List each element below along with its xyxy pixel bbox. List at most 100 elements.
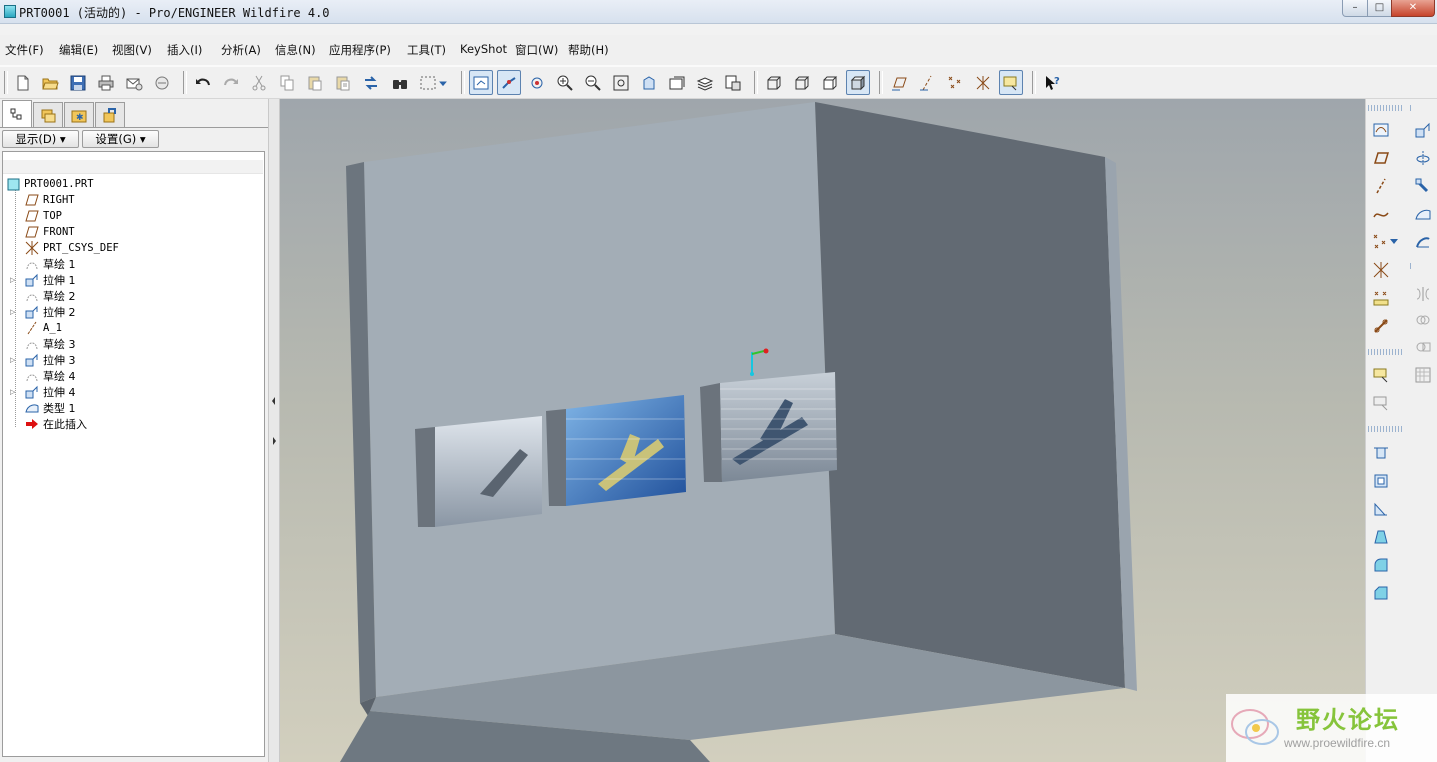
find-icon[interactable]: [388, 70, 412, 95]
shading-icon[interactable]: [846, 70, 870, 95]
minimize-button[interactable]: –: [1342, 0, 1368, 17]
new-file-icon[interactable]: [11, 70, 35, 95]
datum-planes-toggle-icon[interactable]: [887, 70, 911, 95]
analysis-feature-icon[interactable]: [1370, 287, 1392, 309]
tab-model-tree[interactable]: [2, 100, 32, 128]
expand-arrow-icon[interactable]: ▷: [10, 356, 16, 364]
orient-mode-icon[interactable]: [525, 70, 549, 95]
tree-item-sketch-1[interactable]: 草绘 1: [25, 256, 76, 272]
tree-item-right[interactable]: RIGHT: [25, 192, 75, 208]
send-link-icon[interactable]: [150, 70, 174, 95]
view-manager-icon[interactable]: [721, 70, 745, 95]
extrude-tool-icon[interactable]: [1412, 119, 1434, 141]
saved-views-icon[interactable]: [665, 70, 689, 95]
menu-tools[interactable]: 工具(T): [407, 42, 446, 58]
hidden-line-icon[interactable]: [790, 70, 814, 95]
refit-icon[interactable]: [609, 70, 633, 95]
save-icon[interactable]: [66, 70, 90, 95]
close-button[interactable]: ✕: [1391, 0, 1435, 17]
revolve-tool-icon[interactable]: [1412, 147, 1434, 169]
mirror-tool-icon[interactable]: [1412, 283, 1434, 305]
tab-favorites[interactable]: ✱: [64, 102, 94, 128]
annotation-feature-2-icon[interactable]: [1370, 392, 1392, 414]
tree-item-extrude-3[interactable]: ▷ 拉伸 3: [10, 352, 76, 368]
zoom-in-icon[interactable]: [553, 70, 577, 95]
menu-file[interactable]: 文件(F): [5, 42, 44, 58]
sweep-tool-icon[interactable]: [1412, 175, 1434, 197]
redo-icon[interactable]: [219, 70, 243, 95]
tab-folder-browser[interactable]: [33, 102, 63, 128]
print-icon[interactable]: [94, 70, 118, 95]
panel-splitter[interactable]: [268, 99, 280, 762]
datum-axes-toggle-icon[interactable]: [915, 70, 939, 95]
open-folder-icon[interactable]: [38, 70, 62, 95]
datum-point-dropdown-icon[interactable]: [1388, 235, 1400, 247]
chamfer-tool-icon[interactable]: [1370, 582, 1392, 604]
pattern-tool-icon[interactable]: [1412, 364, 1434, 386]
layers-icon[interactable]: [693, 70, 717, 95]
wireframe-icon[interactable]: [762, 70, 786, 95]
menu-view[interactable]: 视图(V): [112, 42, 152, 58]
annotation-feature-icon[interactable]: [1370, 364, 1392, 386]
cut-icon[interactable]: [247, 70, 271, 95]
tree-item-surface[interactable]: 类型 1: [25, 400, 76, 416]
no-hidden-icon[interactable]: [818, 70, 842, 95]
expand-arrow-icon[interactable]: ▷: [10, 308, 16, 316]
csys-toggle-icon[interactable]: [971, 70, 995, 95]
tree-item-sketch-4[interactable]: 草绘 4: [25, 368, 76, 384]
tab-connections[interactable]: [95, 102, 125, 128]
annotation-toggle-icon[interactable]: [999, 70, 1023, 95]
hole-tool-icon[interactable]: [1370, 442, 1392, 464]
menu-help[interactable]: 帮助(H): [568, 42, 609, 58]
reference-tool-icon[interactable]: [1370, 315, 1392, 337]
menu-window[interactable]: 窗口(W): [515, 42, 558, 58]
shell-tool-icon[interactable]: [1370, 470, 1392, 492]
paste-icon[interactable]: [303, 70, 327, 95]
datum-curve-tool-icon[interactable]: [1370, 203, 1392, 225]
tree-item-axis[interactable]: A_1: [25, 320, 62, 336]
swept-blend-tool-icon[interactable]: [1412, 231, 1434, 253]
merge-tool-icon[interactable]: [1412, 309, 1434, 331]
menu-analysis[interactable]: 分析(A): [221, 42, 261, 58]
tree-item-extrude-4[interactable]: ▷ 拉伸 4: [10, 384, 76, 400]
tree-item-sketch-2[interactable]: 草绘 2: [25, 288, 76, 304]
boundary-blend-tool-icon[interactable]: [1412, 203, 1434, 225]
tree-item-root[interactable]: PRT0001.PRT: [7, 176, 94, 192]
sketch-tool-icon[interactable]: [1370, 119, 1392, 141]
graphics-viewport[interactable]: [280, 99, 1365, 762]
copy-icon[interactable]: [275, 70, 299, 95]
regenerate-icon[interactable]: [359, 70, 383, 95]
maximize-button[interactable]: □: [1367, 0, 1392, 17]
menu-insert[interactable]: 插入(I): [167, 42, 202, 58]
tree-item-top[interactable]: TOP: [25, 208, 62, 224]
menu-edit[interactable]: 编辑(E): [59, 42, 98, 58]
expand-arrow-icon[interactable]: ▷: [10, 276, 16, 284]
collapse-arrows-icon[interactable]: [269, 389, 279, 469]
reorient-icon[interactable]: [637, 70, 661, 95]
menu-applications[interactable]: 应用程序(P): [329, 42, 391, 58]
draft-tool-icon[interactable]: [1370, 526, 1392, 548]
selection-dropdown-icon[interactable]: [436, 70, 450, 95]
zoom-out-icon[interactable]: [581, 70, 605, 95]
send-mail-icon[interactable]: [122, 70, 146, 95]
rib-tool-icon[interactable]: [1370, 498, 1392, 520]
paste-special-icon[interactable]: [331, 70, 355, 95]
datum-plane-tool-icon[interactable]: [1370, 147, 1392, 169]
tree-item-front[interactable]: FRONT: [25, 224, 75, 240]
context-help-icon[interactable]: ?: [1040, 70, 1064, 95]
undo-icon[interactable]: [191, 70, 215, 95]
tree-item-sketch-3[interactable]: 草绘 3: [25, 336, 76, 352]
tree-item-extrude-2[interactable]: ▷ 拉伸 2: [10, 304, 76, 320]
menu-keyshot[interactable]: KeyShot: [460, 42, 507, 56]
tree-item-csys[interactable]: PRT_CSYS_DEF: [25, 240, 119, 256]
tree-item-extrude-1[interactable]: ▷ 拉伸 1: [10, 272, 76, 288]
expand-arrow-icon[interactable]: ▷: [10, 388, 16, 396]
datum-points-toggle-icon[interactable]: [943, 70, 967, 95]
round-tool-icon[interactable]: [1370, 554, 1392, 576]
repaint-icon[interactable]: [469, 70, 493, 95]
show-dropdown-button[interactable]: 显示(D) ▾: [2, 130, 79, 148]
tree-item-insert-here[interactable]: 在此插入: [25, 416, 87, 432]
menu-info[interactable]: 信息(N): [275, 42, 316, 58]
settings-dropdown-button[interactable]: 设置(G) ▾: [82, 130, 159, 148]
datum-axis-tool-icon[interactable]: [1370, 175, 1392, 197]
